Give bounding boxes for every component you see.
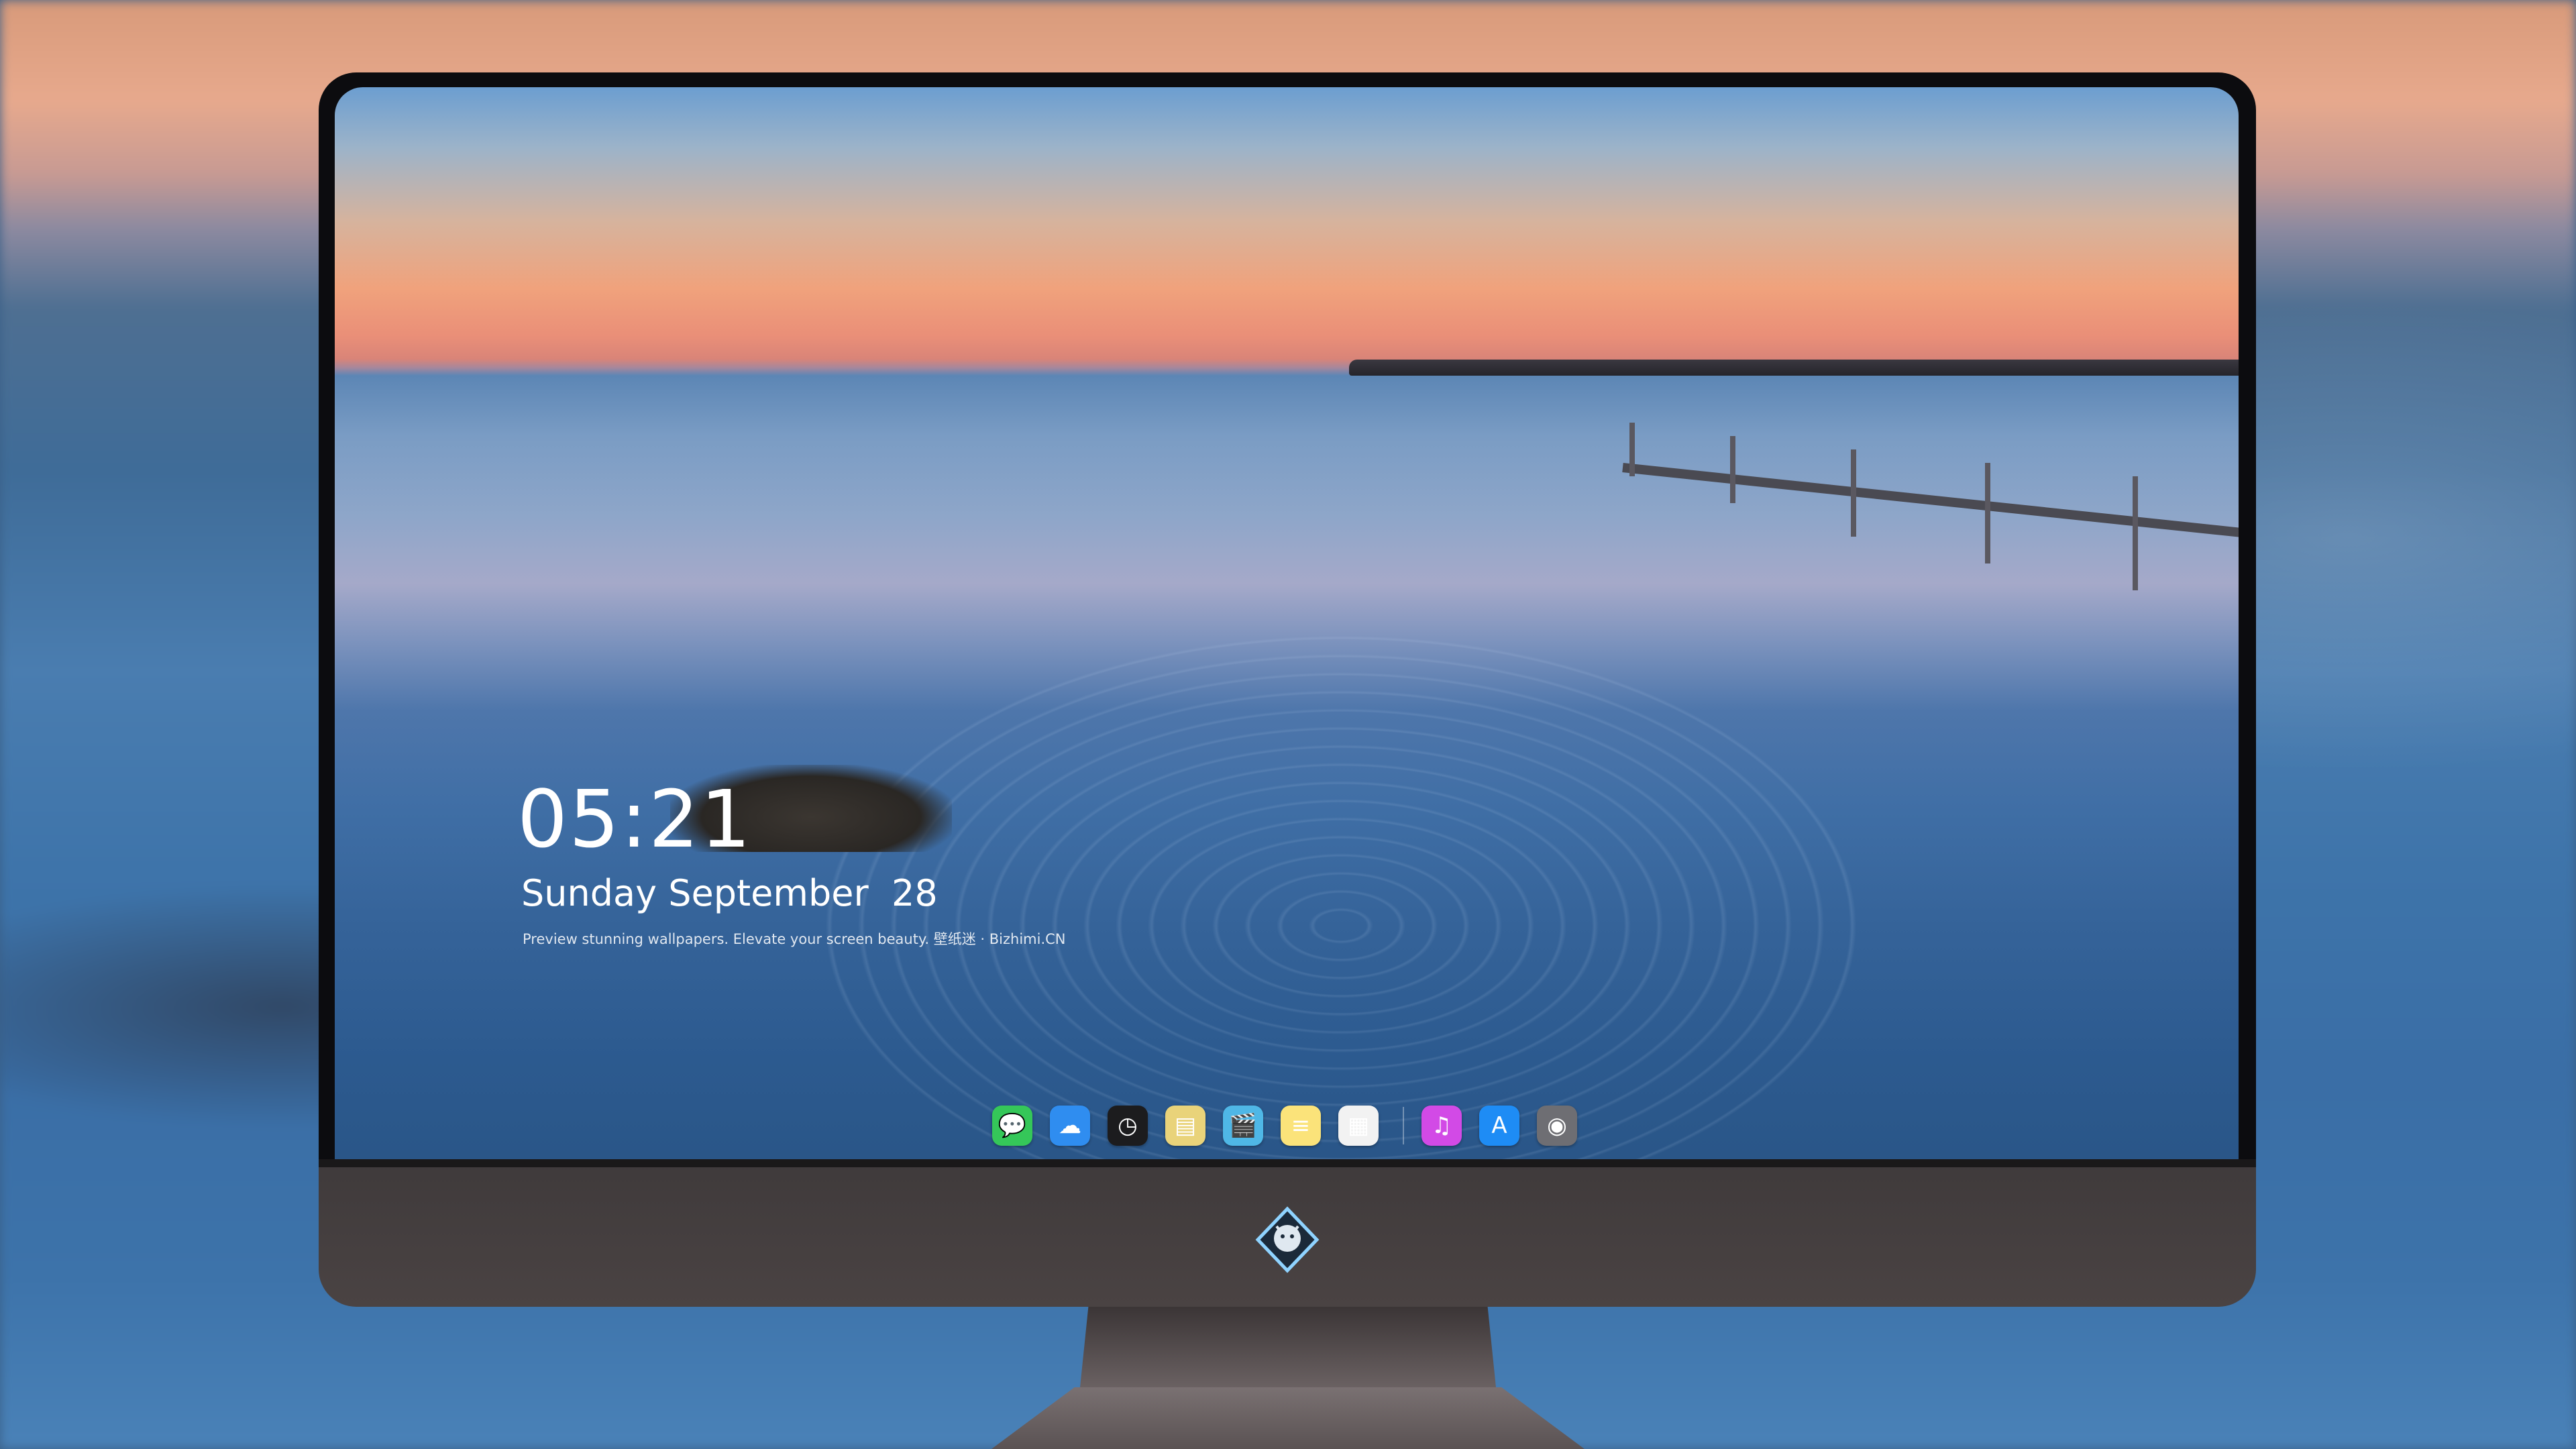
camera-icon[interactable]: ◉ <box>1537 1106 1577 1146</box>
messages-icon[interactable]: 💬 <box>992 1106 1032 1146</box>
desktop-monitor: 05:21 Sunday September 28 Preview stunni… <box>319 72 2256 1307</box>
photos-icon[interactable]: ▦ <box>1338 1106 1379 1146</box>
distant-shoreline <box>1349 360 2239 376</box>
lock-screen-time: 05:21 <box>517 773 753 865</box>
pier-post <box>1851 449 1856 537</box>
app-store-icon[interactable]: A <box>1479 1106 1519 1146</box>
notes-icon[interactable]: ≡ <box>1281 1106 1321 1146</box>
dock: 💬 ☁ ◷ ▤ 🎬 ≡ ▦ ♫ A ◉ <box>992 1099 1609 1152</box>
pier-post <box>1629 423 1635 476</box>
dock-separator <box>1403 1107 1404 1144</box>
pier <box>1622 463 2239 538</box>
pier-post <box>2133 476 2138 590</box>
wallpaper-tagline: Preview stunning wallpapers. Elevate you… <box>523 931 1066 947</box>
pier-post <box>1985 463 1990 564</box>
pier-post <box>1730 436 1735 503</box>
monitor-stand-base <box>991 1387 1585 1449</box>
preview-icon[interactable]: ▤ <box>1165 1106 1205 1146</box>
videos-icon[interactable]: 🎬 <box>1223 1106 1263 1146</box>
lock-screen[interactable]: 05:21 Sunday September 28 Preview stunni… <box>335 87 2239 1159</box>
clock-icon[interactable]: ◷ <box>1108 1106 1148 1146</box>
lock-screen-date: Sunday September 28 <box>521 872 938 914</box>
music-icon[interactable]: ♫ <box>1421 1106 1462 1146</box>
chin-divider <box>319 1159 2256 1167</box>
weather-icon[interactable]: ☁ <box>1050 1106 1090 1146</box>
dragon-logo-icon <box>1254 1206 1321 1273</box>
monitor-stand-neck <box>1080 1307 1496 1387</box>
water-ripples <box>804 624 1878 1159</box>
